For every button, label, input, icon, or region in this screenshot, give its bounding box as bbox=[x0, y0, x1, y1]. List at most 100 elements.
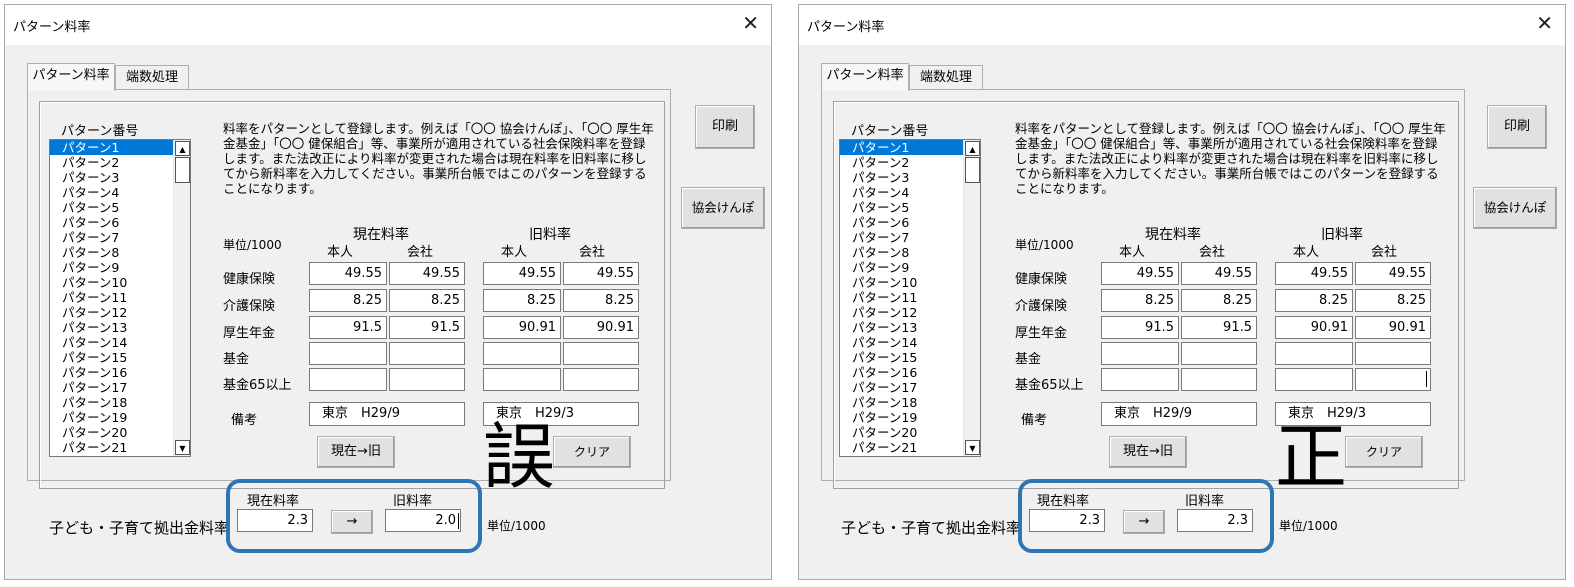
pension-current-person[interactable]: 91.5 bbox=[1101, 316, 1179, 339]
scroll-up-icon[interactable]: ▲ bbox=[175, 141, 190, 156]
tab-pattern-rate[interactable]: パターン料率 bbox=[821, 63, 909, 91]
tab-rounding[interactable]: 端数処理 bbox=[115, 65, 189, 89]
pension-old-company[interactable]: 90.91 bbox=[563, 316, 639, 339]
fund-old-person[interactable] bbox=[1275, 342, 1353, 365]
list-item[interactable]: パターン6 bbox=[50, 215, 174, 230]
scroll-thumb[interactable] bbox=[965, 157, 980, 183]
health-old-company[interactable]: 49.55 bbox=[1355, 262, 1431, 285]
scroll-thumb[interactable] bbox=[175, 157, 190, 183]
list-item[interactable]: パターン9 bbox=[840, 260, 964, 275]
list-item[interactable]: パターン18 bbox=[50, 395, 174, 410]
list-scrollbar[interactable]: ▲ ▼ bbox=[173, 140, 190, 456]
list-item[interactable]: パターン16 bbox=[840, 365, 964, 380]
list-item[interactable]: パターン21 bbox=[840, 440, 964, 455]
list-item[interactable]: パターン9 bbox=[50, 260, 174, 275]
fund-old-person[interactable] bbox=[483, 342, 561, 365]
remarks-current-field[interactable]: 東京 H29/9 bbox=[1101, 402, 1257, 426]
fund65-current-company[interactable] bbox=[389, 368, 465, 391]
list-item[interactable]: パターン7 bbox=[840, 230, 964, 245]
close-icon[interactable]: ✕ bbox=[742, 11, 759, 35]
list-item[interactable]: パターン1 bbox=[50, 140, 174, 155]
fund-current-person[interactable] bbox=[1101, 342, 1179, 365]
print-button[interactable]: 印刷 bbox=[1487, 105, 1547, 149]
list-item[interactable]: パターン19 bbox=[50, 410, 174, 425]
pension-old-person[interactable]: 90.91 bbox=[483, 316, 561, 339]
list-item[interactable]: パターン21 bbox=[50, 440, 174, 455]
list-scrollbar[interactable]: ▲ ▼ bbox=[963, 140, 980, 456]
list-item[interactable]: パターン11 bbox=[50, 290, 174, 305]
list-item[interactable]: パターン12 bbox=[840, 305, 964, 320]
care-current-person[interactable]: 8.25 bbox=[309, 289, 387, 312]
scroll-down-icon[interactable]: ▼ bbox=[175, 440, 190, 455]
list-item[interactable]: パターン12 bbox=[50, 305, 174, 320]
pension-old-person[interactable]: 90.91 bbox=[1275, 316, 1353, 339]
copy-current-to-old-button[interactable]: 現在→旧 bbox=[1109, 436, 1187, 468]
list-item[interactable]: パターン5 bbox=[840, 200, 964, 215]
list-item[interactable]: パターン10 bbox=[50, 275, 174, 290]
fund-old-company[interactable] bbox=[563, 342, 639, 365]
print-button[interactable]: 印刷 bbox=[695, 105, 755, 149]
clear-button[interactable]: クリア bbox=[553, 436, 631, 468]
fund65-current-person[interactable] bbox=[309, 368, 387, 391]
list-item[interactable]: パターン15 bbox=[50, 350, 174, 365]
health-current-company[interactable]: 49.55 bbox=[389, 262, 465, 285]
fund-old-company[interactable] bbox=[1355, 342, 1431, 365]
list-item[interactable]: パターン2 bbox=[840, 155, 964, 170]
care-old-person[interactable]: 8.25 bbox=[483, 289, 561, 312]
care-old-company[interactable]: 8.25 bbox=[563, 289, 639, 312]
list-item[interactable]: パターン1 bbox=[840, 140, 964, 155]
list-item[interactable]: パターン15 bbox=[840, 350, 964, 365]
list-item[interactable]: パターン17 bbox=[50, 380, 174, 395]
scroll-down-icon[interactable]: ▼ bbox=[965, 440, 980, 455]
clear-button[interactable]: クリア bbox=[1345, 436, 1423, 468]
list-item[interactable]: パターン13 bbox=[50, 320, 174, 335]
health-current-person[interactable]: 49.55 bbox=[309, 262, 387, 285]
list-item[interactable]: パターン5 bbox=[50, 200, 174, 215]
remarks-current-field[interactable]: 東京 H29/9 bbox=[309, 402, 465, 426]
health-current-person[interactable]: 49.55 bbox=[1101, 262, 1179, 285]
care-current-person[interactable]: 8.25 bbox=[1101, 289, 1179, 312]
pattern-listbox[interactable]: パターン1 パターン2 パターン3 パターン4 パターン5 パターン6 パターン… bbox=[49, 139, 191, 457]
list-item[interactable]: パターン14 bbox=[840, 335, 964, 350]
list-item[interactable]: パターン3 bbox=[840, 170, 964, 185]
pension-old-company[interactable]: 90.91 bbox=[1355, 316, 1431, 339]
copy-current-to-old-button[interactable]: 現在→旧 bbox=[317, 436, 395, 468]
fund65-old-person[interactable] bbox=[483, 368, 561, 391]
list-item[interactable]: パターン2 bbox=[50, 155, 174, 170]
list-item[interactable]: パターン8 bbox=[50, 245, 174, 260]
fund-current-company[interactable] bbox=[389, 342, 465, 365]
tab-rounding[interactable]: 端数処理 bbox=[909, 65, 983, 89]
care-current-company[interactable]: 8.25 bbox=[1181, 289, 1257, 312]
list-item[interactable]: パターン10 bbox=[840, 275, 964, 290]
close-icon[interactable]: ✕ bbox=[1536, 11, 1553, 35]
list-item[interactable]: パターン3 bbox=[50, 170, 174, 185]
health-old-person[interactable]: 49.55 bbox=[1275, 262, 1353, 285]
fund65-current-person[interactable] bbox=[1101, 368, 1179, 391]
health-old-company[interactable]: 49.55 bbox=[563, 262, 639, 285]
tab-pattern-rate[interactable]: パターン料率 bbox=[27, 63, 115, 91]
list-item[interactable]: パターン20 bbox=[840, 425, 964, 440]
care-old-person[interactable]: 8.25 bbox=[1275, 289, 1353, 312]
list-item[interactable]: パターン13 bbox=[840, 320, 964, 335]
kyokai-kenpo-button[interactable]: 協会けんぽ bbox=[1473, 187, 1557, 229]
pattern-listbox[interactable]: パターン1 パターン2 パターン3 パターン4 パターン5 パターン6 パターン… bbox=[839, 139, 981, 457]
fund65-old-company[interactable] bbox=[563, 368, 639, 391]
list-item[interactable]: パターン17 bbox=[840, 380, 964, 395]
list-item[interactable]: パターン20 bbox=[50, 425, 174, 440]
scroll-up-icon[interactable]: ▲ bbox=[965, 141, 980, 156]
list-item[interactable]: パターン4 bbox=[50, 185, 174, 200]
list-item[interactable]: パターン7 bbox=[50, 230, 174, 245]
list-item[interactable]: パターン18 bbox=[840, 395, 964, 410]
pension-current-person[interactable]: 91.5 bbox=[309, 316, 387, 339]
list-item[interactable]: パターン19 bbox=[840, 410, 964, 425]
fund-current-company[interactable] bbox=[1181, 342, 1257, 365]
list-item[interactable]: パターン11 bbox=[840, 290, 964, 305]
kyokai-kenpo-button[interactable]: 協会けんぽ bbox=[681, 187, 765, 229]
health-current-company[interactable]: 49.55 bbox=[1181, 262, 1257, 285]
pension-current-company[interactable]: 91.5 bbox=[389, 316, 465, 339]
pension-current-company[interactable]: 91.5 bbox=[1181, 316, 1257, 339]
health-old-person[interactable]: 49.55 bbox=[483, 262, 561, 285]
fund-current-person[interactable] bbox=[309, 342, 387, 365]
list-item[interactable]: パターン6 bbox=[840, 215, 964, 230]
list-item[interactable]: パターン8 bbox=[840, 245, 964, 260]
